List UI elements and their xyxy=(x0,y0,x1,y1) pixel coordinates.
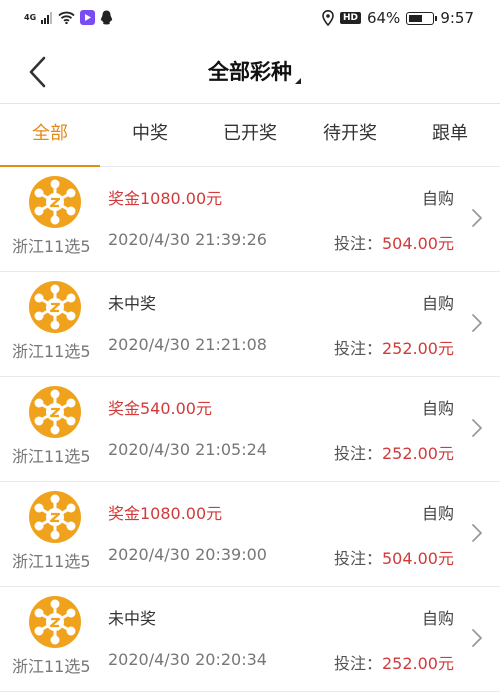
location-icon xyxy=(322,10,334,26)
bet-record-row[interactable]: 浙江11选5 奖金1080.00元 2020/4/30 20:39:00 自购 … xyxy=(0,482,500,587)
battery-fill xyxy=(409,14,422,22)
purchase-type: 自购 xyxy=(421,399,454,418)
bet-amount: 投注：504.00元 xyxy=(334,230,454,254)
chevron-right-icon xyxy=(472,209,482,227)
prize-status: 奖金1080.00元 xyxy=(108,504,223,523)
tab-label: 中奖 xyxy=(132,123,168,144)
bet-amount: 投注：252.00元 xyxy=(334,650,454,674)
tab-label: 待开奖 xyxy=(323,123,377,144)
bet-record-row[interactable]: 浙江11选5 奖金1080.00元 2020/4/30 21:39:26 自购 … xyxy=(0,167,500,272)
page-title-dropdown[interactable]: 全部彩种 xyxy=(0,56,500,86)
tab-drawn[interactable]: 已开奖 xyxy=(200,104,300,166)
bet-amount: 投注：252.00元 xyxy=(334,335,454,359)
bet-label: 投注： xyxy=(333,234,382,253)
bet-record-row[interactable]: 浙江11选5 未中奖 2020/4/30 21:21:08 自购 投注：252.… xyxy=(0,272,500,377)
purchase-type: 自购 xyxy=(421,504,454,523)
bet-datetime: 2020/4/30 20:39:00 xyxy=(108,545,267,564)
lottery-logo-icon xyxy=(28,490,82,544)
tab-all[interactable]: 全部 xyxy=(0,104,100,167)
bet-amount: 投注：252.00元 xyxy=(334,440,454,464)
filter-tabs: 全部 中奖 已开奖 待开奖 跟单 xyxy=(0,104,500,167)
tab-pending[interactable]: 待开奖 xyxy=(300,104,400,166)
lottery-name: 浙江11选5 xyxy=(12,552,91,571)
purchase-type: 自购 xyxy=(421,609,454,628)
bet-amount-value: 252.00元 xyxy=(382,654,454,673)
chevron-right-icon xyxy=(472,419,482,437)
network-indicator: 4G xyxy=(24,12,37,22)
prize-status: 未中奖 xyxy=(108,294,157,313)
purchase-type: 自购 xyxy=(421,294,454,313)
bet-amount-value: 252.00元 xyxy=(382,339,454,358)
tab-follow[interactable]: 跟单 xyxy=(400,104,500,166)
bet-label: 投注： xyxy=(333,444,382,463)
lottery-name: 浙江11选5 xyxy=(12,237,91,256)
purchase-type: 自购 xyxy=(421,189,454,208)
lottery-logo-icon xyxy=(28,175,82,229)
tab-label: 已开奖 xyxy=(223,123,277,144)
bet-amount: 投注：504.00元 xyxy=(334,545,454,569)
chevron-right-icon xyxy=(472,524,482,542)
video-app-icon xyxy=(80,10,96,25)
bet-datetime: 2020/4/30 20:20:34 xyxy=(108,650,267,669)
bet-record-row[interactable]: 浙江11选5 未中奖 2020/4/30 20:20:34 自购 投注：252.… xyxy=(0,587,500,692)
clock: 9:57 xyxy=(440,9,474,27)
lottery-name: 浙江11选5 xyxy=(12,657,91,676)
lottery-name: 浙江11选5 xyxy=(12,447,91,466)
status-bar: 4G HD 64% 9:57 xyxy=(0,0,500,40)
header: 全部彩种 xyxy=(0,40,500,104)
bet-record-row[interactable]: 浙江11选5 奖金540.00元 2020/4/30 21:05:24 自购 投… xyxy=(0,377,500,482)
tab-label: 全部 xyxy=(32,123,68,144)
prize-status: 未中奖 xyxy=(108,609,157,628)
battery-icon xyxy=(406,11,438,25)
lottery-logo-icon xyxy=(28,280,82,334)
wifi-icon xyxy=(58,11,75,24)
lottery-logo-icon xyxy=(28,595,82,649)
signal-icon xyxy=(41,11,53,24)
bet-label: 投注： xyxy=(333,654,382,673)
bet-datetime: 2020/4/30 21:05:24 xyxy=(108,440,267,459)
bet-amount-value: 504.00元 xyxy=(382,549,454,568)
bet-label: 投注： xyxy=(333,339,382,358)
prize-status: 奖金540.00元 xyxy=(108,399,212,418)
bet-datetime: 2020/4/30 21:39:26 xyxy=(108,230,267,249)
chevron-right-icon xyxy=(472,629,482,647)
hd-badge: HD xyxy=(339,12,361,24)
chevron-right-icon xyxy=(472,314,482,332)
prize-status: 奖金1080.00元 xyxy=(108,189,223,208)
tab-won[interactable]: 中奖 xyxy=(100,104,200,166)
battery-percent: 64% xyxy=(366,9,401,27)
page-title: 全部彩种 xyxy=(208,60,292,84)
qq-icon xyxy=(101,10,113,25)
lottery-logo-icon xyxy=(28,385,82,439)
caret-down-icon xyxy=(295,78,301,84)
lottery-name: 浙江11选5 xyxy=(12,342,91,361)
bet-amount-value: 252.00元 xyxy=(382,444,454,463)
bet-amount-value: 504.00元 xyxy=(382,234,454,253)
bet-datetime: 2020/4/30 21:21:08 xyxy=(108,335,267,354)
bet-record-list: 浙江11选5 奖金1080.00元 2020/4/30 21:39:26 自购 … xyxy=(0,167,500,692)
tab-label: 跟单 xyxy=(432,123,468,144)
bet-label: 投注： xyxy=(333,549,382,568)
